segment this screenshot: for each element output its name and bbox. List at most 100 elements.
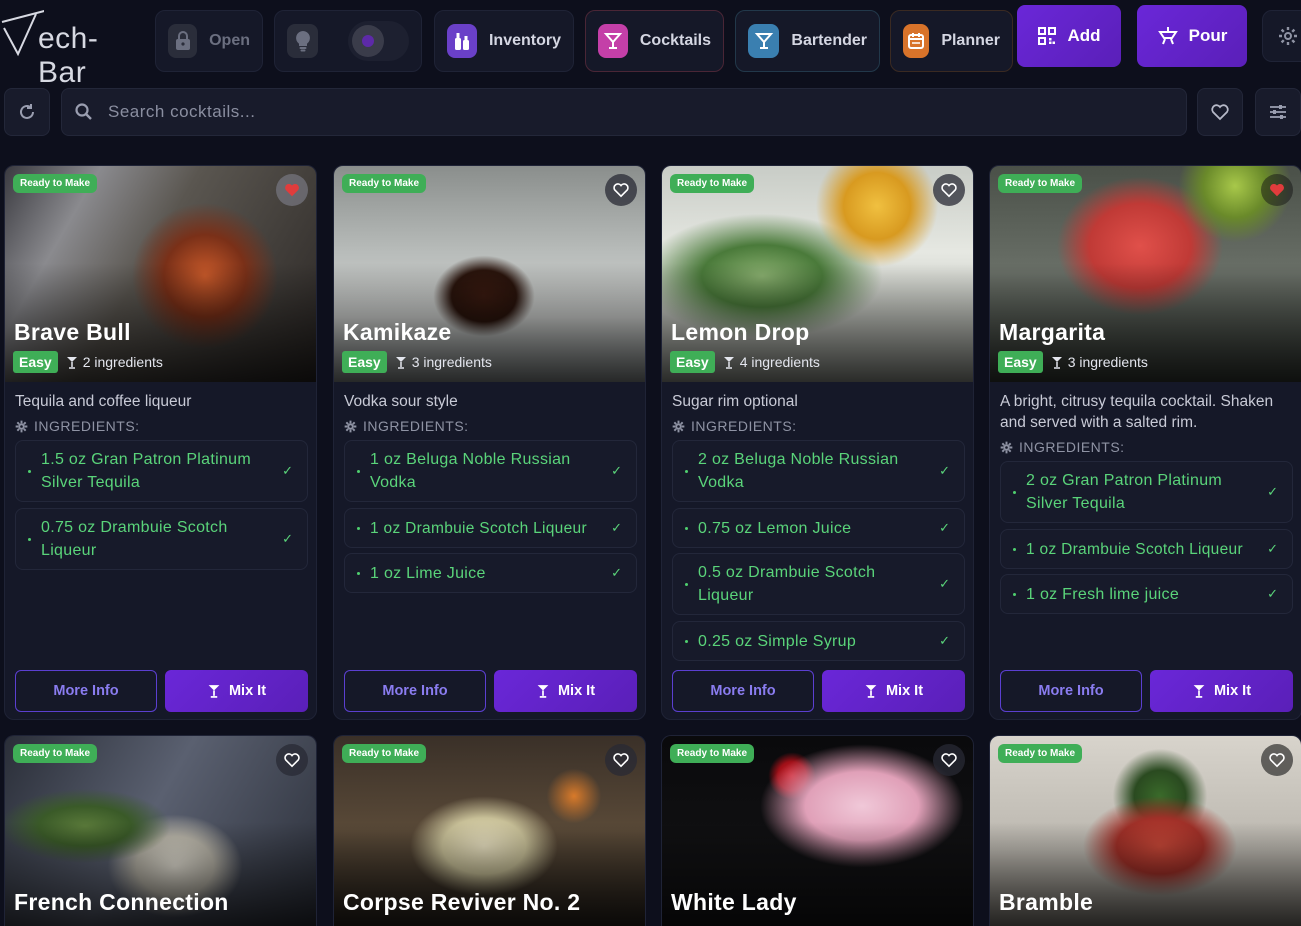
difficulty-badge: Easy	[342, 351, 387, 373]
ready-badge: Ready to Make	[342, 744, 427, 763]
heart-outline-icon	[613, 183, 629, 198]
ingredient-item: 1 oz Drambuie Scotch Liqueur ✓	[1000, 529, 1293, 569]
glass-icon	[1051, 356, 1062, 369]
cocktail-card: Ready to Make Bramble	[989, 735, 1301, 926]
glass-icon	[395, 356, 406, 369]
check-icon: ✓	[1267, 586, 1278, 601]
favorite-button[interactable]	[933, 174, 965, 206]
gear-icon	[672, 420, 685, 432]
settings-button[interactable]	[1262, 10, 1301, 62]
pour-icon	[1157, 27, 1178, 45]
cocktail-title: Kamikaze	[343, 319, 452, 345]
cocktail-description: A bright, citrusy tequila cocktail. Shak…	[1000, 393, 1274, 431]
gear-icon	[15, 420, 28, 432]
theme-toggle[interactable]	[348, 21, 409, 61]
open-label: Open	[209, 32, 250, 49]
inventory-button[interactable]: Inventory	[434, 10, 574, 72]
ingredient-item: 2 oz Beluga Noble Russian Vodka ✓	[672, 440, 965, 502]
ingredient-count: 4 ingredients	[723, 354, 820, 370]
mix-it-button[interactable]: Mix It	[822, 670, 965, 712]
cocktail-description: Vodka sour style	[344, 393, 458, 410]
add-button[interactable]: Add	[1017, 5, 1121, 67]
refresh-icon	[20, 104, 34, 119]
more-info-button[interactable]: More Info	[344, 670, 486, 712]
bartender-button[interactable]: Bartender	[735, 10, 880, 72]
check-icon: ✓	[282, 531, 293, 546]
cocktail-card: Ready to Make Brave Bull Easy 2 ingredie…	[4, 165, 317, 720]
ready-badge: Ready to Make	[670, 744, 755, 763]
cocktail-card: Ready to Make French Connection	[4, 735, 317, 926]
pour-button[interactable]: Pour	[1137, 5, 1247, 67]
difficulty-badge: Easy	[998, 351, 1043, 373]
search-input[interactable]	[108, 102, 1008, 122]
lock-icon	[168, 24, 198, 58]
favorites-filter-button[interactable]	[1197, 88, 1243, 136]
difficulty-badge: Easy	[13, 351, 58, 373]
mix-it-button[interactable]: Mix It	[494, 670, 637, 712]
lightbulb-icon[interactable]	[287, 24, 319, 58]
favorite-button[interactable]	[933, 744, 965, 776]
qr-code-icon	[1038, 27, 1057, 45]
more-info-button[interactable]: More Info	[1000, 670, 1142, 712]
favorite-button[interactable]	[1261, 174, 1293, 206]
pour-label: Pour	[1188, 26, 1228, 45]
heart-outline-icon	[1211, 104, 1229, 121]
cocktail-title: Brave Bull	[14, 319, 131, 345]
card-meta: Easy 2 ingredients	[13, 351, 163, 373]
check-icon: ✓	[611, 463, 622, 478]
app-logo[interactable]: ech-Bar	[0, 8, 140, 89]
heart-filled-icon	[285, 183, 299, 197]
cocktail-title: Margarita	[999, 319, 1106, 345]
favorite-button[interactable]	[1261, 744, 1293, 776]
logo-text: ech-Bar	[38, 22, 99, 89]
ingredients-header: INGREDIENTS:	[15, 418, 140, 434]
ingredient-item: 0.5 oz Drambuie Scotch Liqueur ✓	[672, 553, 965, 615]
check-icon: ✓	[611, 520, 622, 535]
cocktail-card: Ready to Make Kamikaze Easy 3 ingredient…	[333, 165, 646, 720]
ingredients-header: INGREDIENTS:	[672, 418, 797, 434]
search-icon	[75, 103, 92, 120]
more-info-button[interactable]: More Info	[15, 670, 157, 712]
favorite-button[interactable]	[605, 174, 637, 206]
cocktail-card: Ready to Make Corpse Reviver No. 2	[333, 735, 646, 926]
favorite-button[interactable]	[276, 174, 308, 206]
heart-outline-icon	[941, 183, 957, 198]
cocktails-button[interactable]: Cocktails	[585, 10, 724, 72]
search-box[interactable]	[61, 88, 1187, 136]
refresh-button[interactable]	[4, 88, 50, 136]
gear-icon	[1279, 27, 1297, 45]
gear-icon	[344, 420, 357, 432]
more-info-button[interactable]: More Info	[672, 670, 814, 712]
ingredient-count: 3 ingredients	[1051, 354, 1148, 370]
ingredient-item: 1 oz Drambuie Scotch Liqueur ✓	[344, 508, 637, 548]
ready-badge: Ready to Make	[13, 174, 98, 193]
martini-icon	[865, 685, 877, 698]
ingredient-item: 1 oz Fresh lime juice ✓	[1000, 574, 1293, 614]
glass-icon	[723, 356, 734, 369]
cocktail-title: Corpse Reviver No. 2	[343, 889, 581, 915]
heart-outline-icon	[613, 753, 629, 768]
cocktail-title: White Lady	[671, 889, 797, 915]
ingredient-item: 0.75 oz Drambuie Scotch Liqueur ✓	[15, 508, 308, 570]
mix-it-button[interactable]: Mix It	[1150, 670, 1293, 712]
cocktail-card: Ready to Make Margarita Easy 3 ingredien…	[989, 165, 1301, 720]
planner-label: Planner	[941, 32, 1000, 49]
ready-badge: Ready to Make	[998, 174, 1083, 193]
ready-badge: Ready to Make	[13, 744, 98, 763]
card-actions: More Info Mix It	[1000, 670, 1293, 712]
cocktail-card: Ready to Make White Lady	[661, 735, 974, 926]
favorite-button[interactable]	[605, 744, 637, 776]
mix-it-button[interactable]: Mix It	[165, 670, 308, 712]
favorite-button[interactable]	[276, 744, 308, 776]
heart-filled-icon	[1270, 183, 1284, 197]
bartender-label: Bartender	[791, 32, 867, 49]
ingredient-item: 0.25 oz Simple Syrup ✓	[672, 621, 965, 661]
open-button[interactable]: Open	[155, 10, 263, 72]
glass-icon	[66, 356, 77, 369]
cocktail-description: Tequila and coffee liqueur	[15, 393, 192, 410]
ingredient-item: 2 oz Gran Patron Platinum Silver Tequila…	[1000, 461, 1293, 523]
calendar-icon	[903, 24, 930, 58]
filters-button[interactable]	[1255, 88, 1301, 136]
ingredient-count: 3 ingredients	[395, 354, 492, 370]
planner-button[interactable]: Planner	[890, 10, 1013, 72]
